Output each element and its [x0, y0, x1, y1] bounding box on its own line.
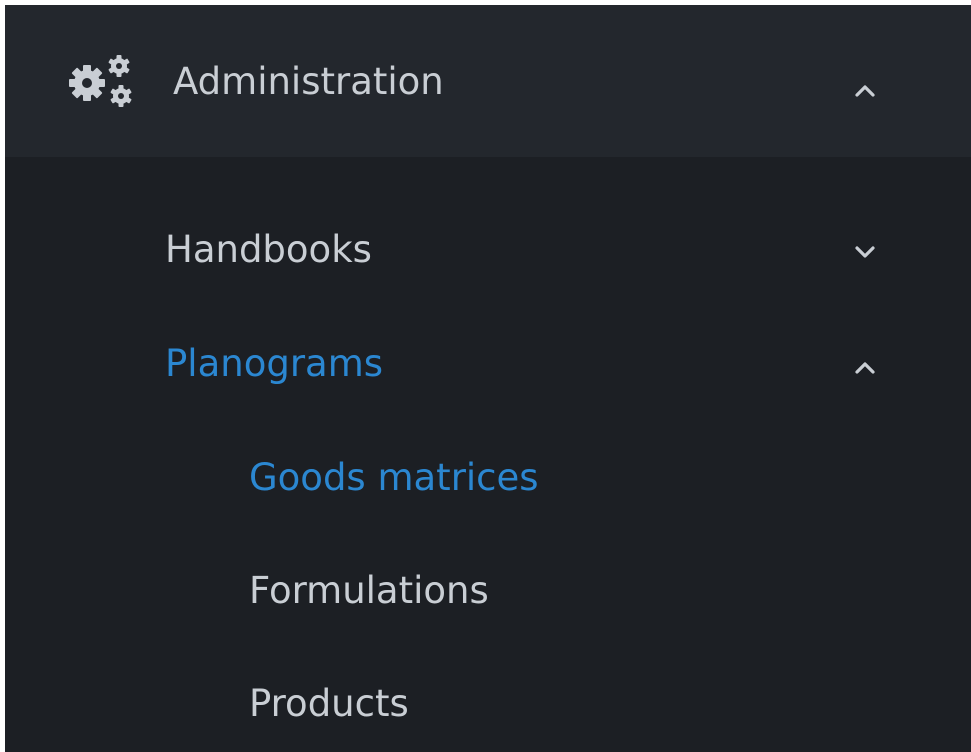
submenu-item-formulations[interactable]: Formulations — [5, 561, 971, 621]
chevron-down-icon[interactable] — [853, 244, 877, 260]
section-header-label: Administration — [173, 60, 444, 103]
chevron-up-icon[interactable] — [853, 360, 877, 376]
section-header-administration[interactable]: Administration — [5, 5, 971, 157]
menu-item-handbooks[interactable]: Handbooks — [5, 220, 971, 280]
menu-item-label: Handbooks — [165, 228, 372, 271]
submenu-item-label: Formulations — [249, 569, 489, 612]
gears-icon — [69, 55, 132, 107]
menu-item-planograms[interactable]: Planograms — [5, 334, 971, 394]
sidebar-menu: Administration Handbooks Planograms Good… — [5, 5, 971, 752]
submenu-item-products[interactable]: Products — [5, 674, 971, 734]
submenu-item-label: Goods matrices — [249, 456, 539, 499]
menu-item-label: Planograms — [165, 342, 384, 385]
submenu-item-label: Products — [249, 682, 409, 725]
submenu-item-goods-matrices[interactable]: Goods matrices — [5, 448, 971, 508]
chevron-up-icon[interactable] — [853, 83, 877, 99]
